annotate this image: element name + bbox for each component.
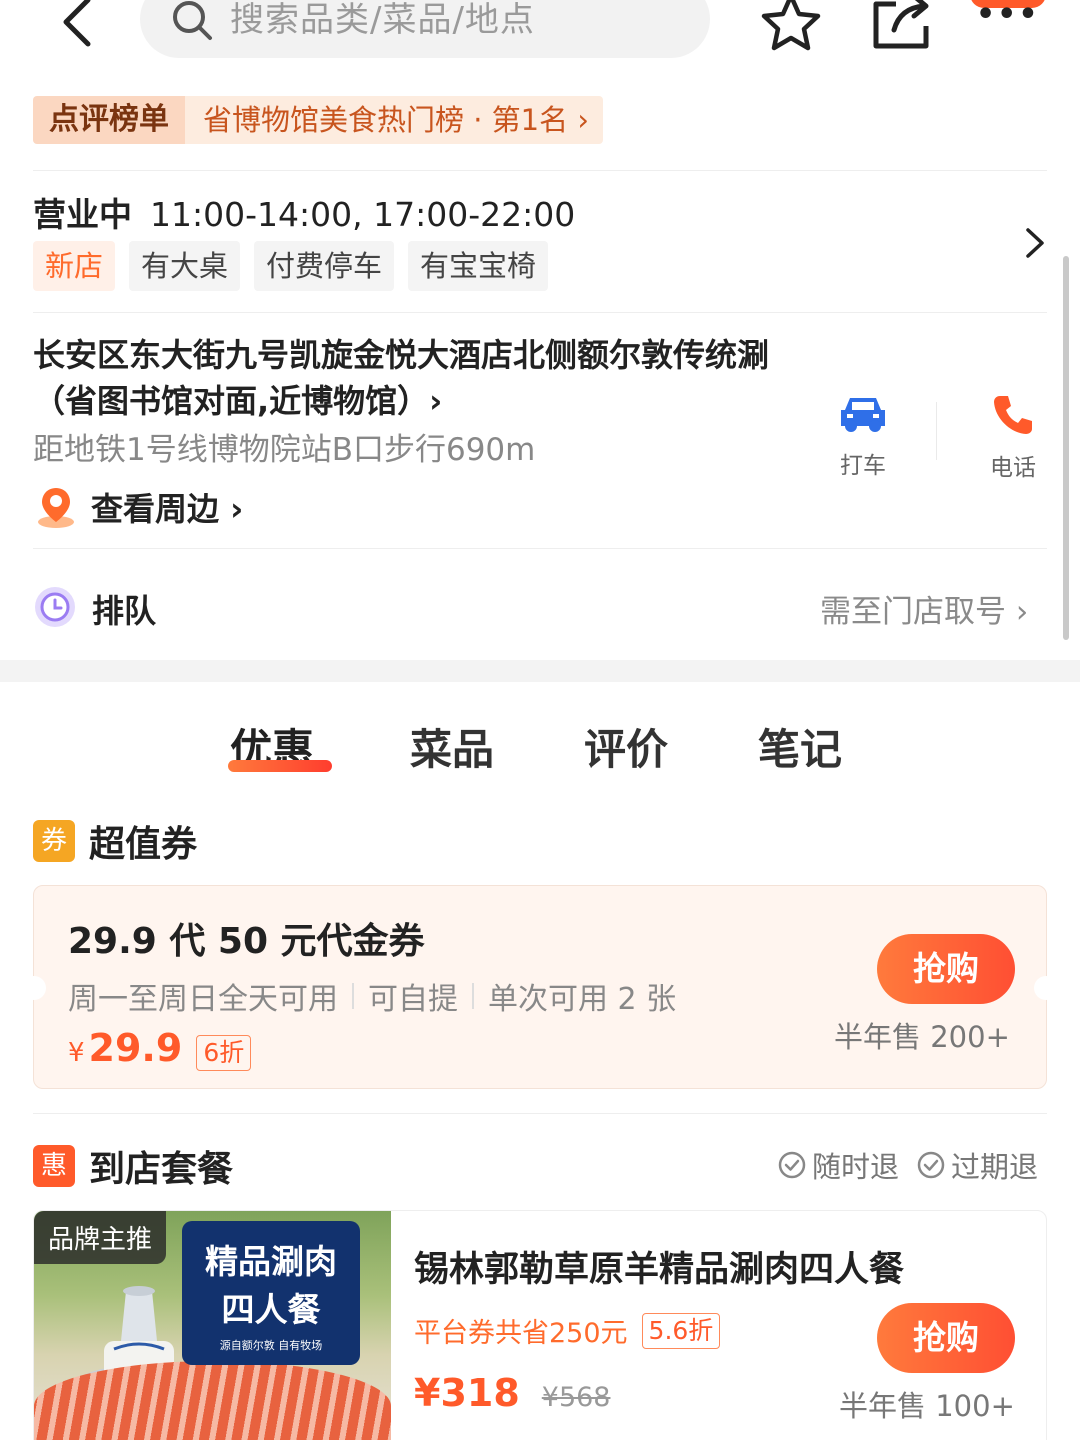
tab-bar: 优惠 菜品 评价 笔记 (230, 716, 880, 786)
tab-reviews[interactable]: 评价 (584, 716, 668, 777)
taxi-label: 打车 (840, 453, 886, 479)
phone-icon (994, 396, 1032, 434)
subway-distance: 距地铁1号线博物院站B口步行690m (33, 432, 536, 468)
check-circle-icon (778, 1151, 806, 1179)
share-icon[interactable] (866, 0, 936, 56)
card-notch (1034, 976, 1058, 1000)
tag-baby-chair: 有宝宝椅 (408, 241, 549, 291)
section-gap (0, 660, 1080, 682)
package-section-title: 到店套餐 (89, 1149, 234, 1190)
package-saving: 平台券共省250元 5.6折 (414, 1311, 721, 1350)
lamb-slices-image (34, 1361, 391, 1440)
search-placeholder: 搜索品类/菜品/地点 (230, 0, 535, 40)
more-dots: ••• (976, 0, 1040, 32)
refund-anytime: 随时退 (778, 1144, 899, 1186)
phone-button[interactable]: 电话 (978, 392, 1048, 482)
voucher-section-title: 超值券 (89, 824, 198, 865)
voucher-sold-count: 半年售 200+ (834, 1020, 1010, 1054)
search-input[interactable]: 搜索品类/菜品/地点 (140, 0, 710, 58)
package-badge: 惠 (33, 1145, 75, 1187)
divider (33, 1113, 1047, 1114)
package-section-header: 惠 到店套餐 (33, 1140, 233, 1192)
more-icon[interactable]: ••• (970, 0, 1050, 30)
package-card[interactable]: 精品涮肉 四人餐 源自额尔敦 自有牧场 品牌主推 锡林郭勒草原羊精品涮肉四人餐 … (33, 1210, 1047, 1440)
active-tab-indicator (228, 760, 332, 772)
business-times: 11:00-14:00, 17:00-22:00 (150, 195, 576, 234)
tab-dishes[interactable]: 菜品 (410, 716, 494, 777)
top-bar: 搜索品类/菜品/地点 ••• (0, 0, 1080, 70)
card-notch (22, 976, 46, 1000)
phone-label: 电话 (990, 455, 1036, 481)
package-title: 锡林郭勒草原羊精品涮肉四人餐 (414, 1250, 905, 1290)
tag-new-store: 新店 (33, 241, 116, 291)
package-price: ¥318 ¥568 (414, 1371, 611, 1415)
package-sold-count: 半年售 100+ (839, 1389, 1015, 1423)
refund-policy: 随时退 过期退 (778, 1144, 1038, 1186)
package-image[interactable]: 精品涮肉 四人餐 源自额尔敦 自有牧场 品牌主推 (34, 1211, 391, 1440)
refund-expired: 过期退 (917, 1144, 1038, 1186)
divider (33, 548, 1047, 549)
divider (33, 170, 1047, 171)
chevron-right-icon[interactable] (1020, 226, 1050, 260)
facility-tags: 新店 有大桌 付费停车 有宝宝椅 (33, 241, 549, 291)
brand-recommend-tag: 品牌主推 (34, 1211, 167, 1264)
package-poster: 精品涮肉 四人餐 源自额尔敦 自有牧场 (182, 1221, 360, 1365)
buy-voucher-button[interactable]: 抢购 (877, 934, 1015, 1004)
voucher-usage-info: 周一至周日全天可用 可自提 单次可用 2 张 (68, 982, 677, 1017)
car-icon (841, 398, 885, 432)
scrollbar[interactable] (1063, 256, 1069, 640)
queue-hint-link[interactable]: 需至门店取号 › (820, 586, 1028, 631)
buy-package-button[interactable]: 抢购 (877, 1303, 1015, 1373)
taxi-button[interactable]: 打车 (828, 392, 898, 480)
search-icon (173, 1, 212, 40)
address-link[interactable]: 长安区东大街九号凯旋金悦大酒店北侧额尔敦传统涮（省图书馆对面,近博物馆）› (33, 332, 793, 424)
voucher-title: 29.9 代 50 元代金券 (68, 921, 425, 962)
view-nearby-label: 查看周边 › (91, 490, 244, 528)
discount-tag: 5.6折 (641, 1312, 721, 1349)
divider (33, 312, 1047, 313)
voucher-section-header: 券 超值券 (33, 815, 197, 867)
check-circle-icon (917, 1151, 945, 1179)
business-hours[interactable]: 营业中 11:00-14:00, 17:00-22:00 (33, 188, 575, 236)
ranking-tag: 点评榜单 (33, 96, 185, 144)
business-status: 营业中 (33, 195, 132, 234)
queue-label: 排队 (92, 592, 157, 630)
original-price: ¥568 (541, 1382, 611, 1413)
discount-tag: 6折 (196, 1035, 252, 1071)
star-icon[interactable] (756, 0, 826, 58)
clock-icon (35, 587, 75, 627)
tag-big-table: 有大桌 (129, 241, 241, 291)
voucher-card[interactable]: 29.9 代 50 元代金券 周一至周日全天可用 可自提 单次可用 2 张 ¥ 29… (22, 885, 1058, 1089)
ranking-text: 省博物馆美食热门榜 · 第1名 › (185, 96, 603, 144)
ranking-banner[interactable]: 点评榜单 省博物馆美食热门榜 · 第1名 › (33, 96, 603, 144)
location-pin-icon (38, 488, 74, 528)
action-separator (936, 402, 937, 460)
back-icon[interactable] (50, 0, 110, 52)
tag-paid-parking: 付费停车 (254, 241, 395, 291)
voucher-price: ¥ 29.9 6折 (68, 1026, 252, 1071)
tab-notes[interactable]: 笔记 (758, 716, 842, 777)
view-nearby-link[interactable]: 查看周边 › (33, 484, 243, 530)
voucher-badge: 券 (33, 820, 75, 862)
